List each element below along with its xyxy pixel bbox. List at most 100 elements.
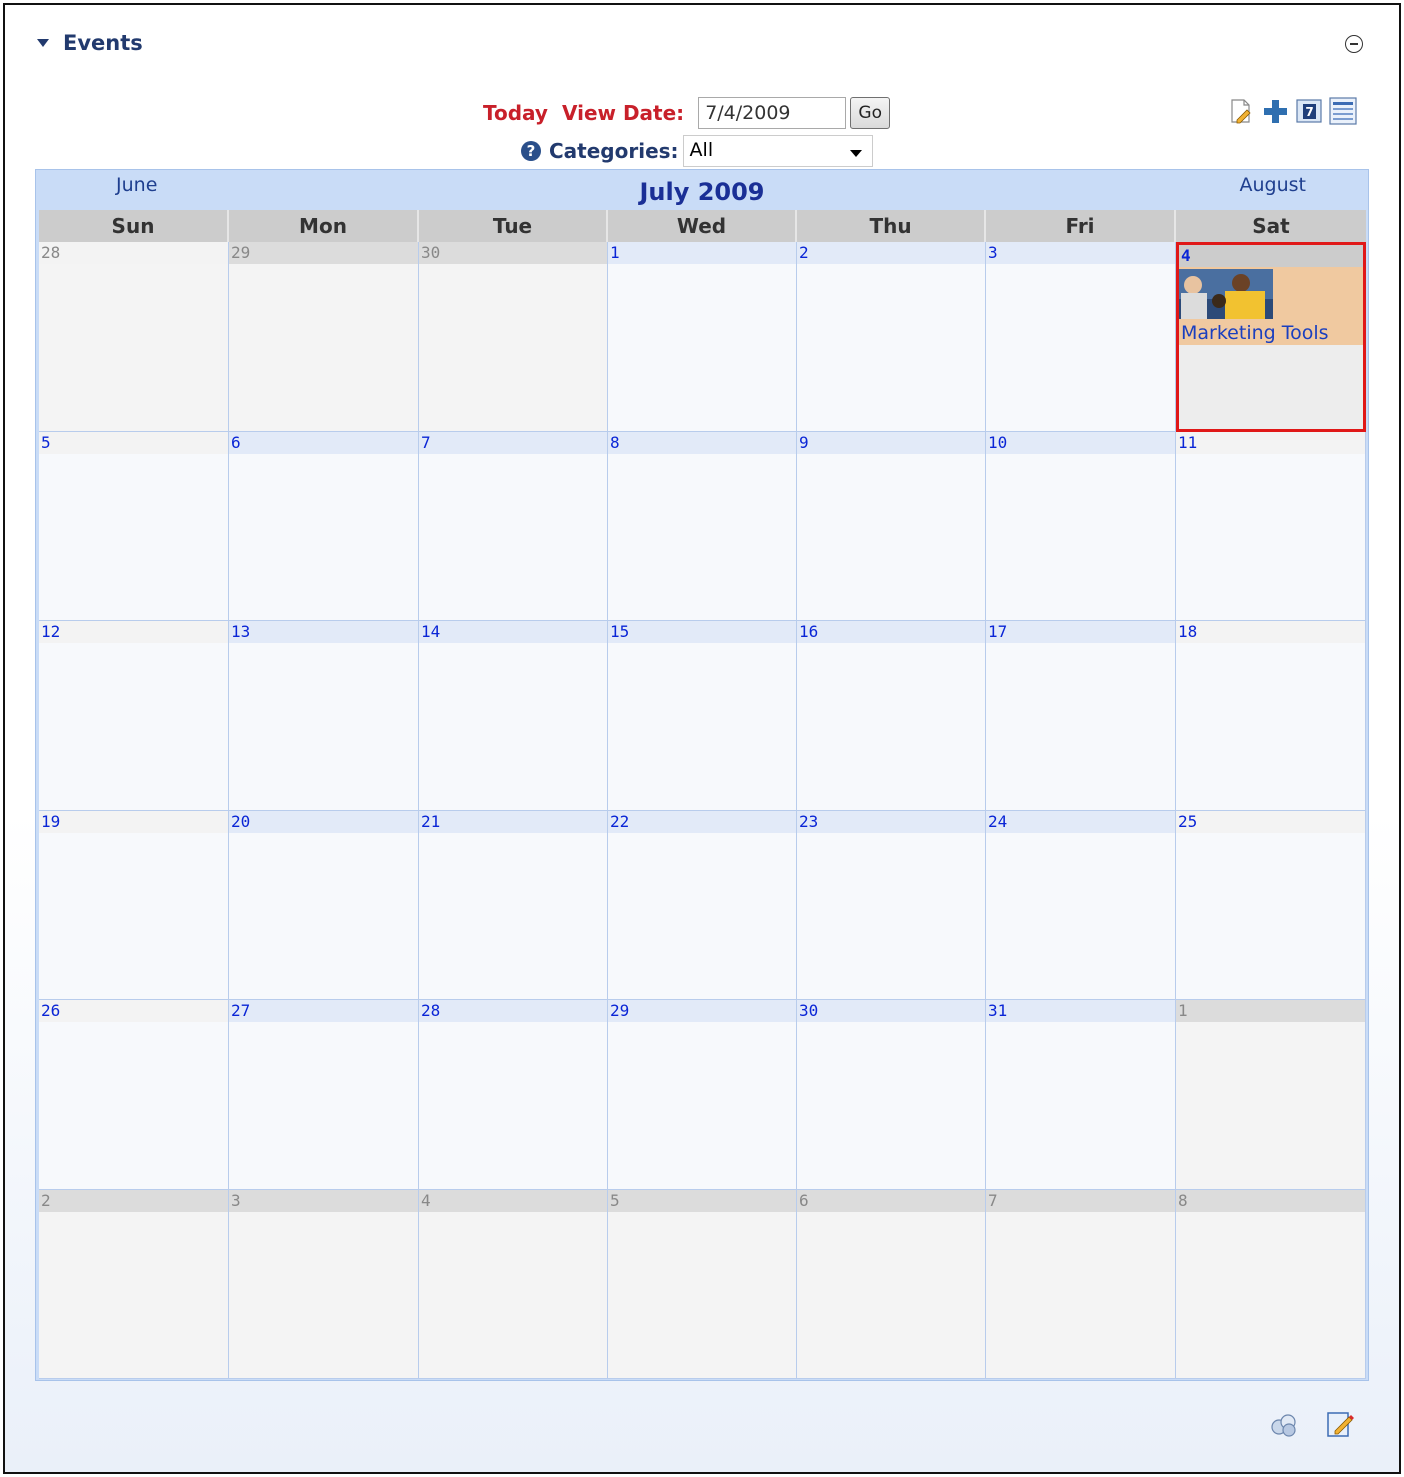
day-cell[interactable]: 16	[797, 621, 986, 811]
day-cell[interactable]: 13	[229, 621, 419, 811]
day-cell[interactable]: 22	[608, 810, 797, 1000]
day-number: 19	[39, 810, 228, 833]
day-cell[interactable]: 15	[608, 621, 797, 811]
day-number: 27	[229, 1000, 418, 1022]
day-cell[interactable]: 9	[797, 431, 986, 621]
day-cell[interactable]: 4	[419, 1189, 608, 1379]
go-button[interactable]: Go	[850, 97, 891, 129]
day-number: 25	[1176, 810, 1365, 833]
day-number: 13	[229, 621, 418, 643]
weekday-label: Sun	[39, 210, 229, 242]
day-cell[interactable]: 31	[986, 1000, 1176, 1190]
day-cell[interactable]: 21	[419, 810, 608, 1000]
view-date-toolbar: Today View Date: Go	[483, 97, 891, 129]
day-number: 16	[797, 621, 985, 643]
day-cell[interactable]: 18	[1176, 621, 1366, 811]
event-item[interactable]: Marketing Tools	[1179, 267, 1363, 345]
list-view-icon[interactable]	[1329, 97, 1357, 125]
day-cell[interactable]: 20	[229, 810, 419, 1000]
day-cell[interactable]: 2	[797, 242, 986, 432]
day-cell[interactable]: 8	[1176, 1189, 1366, 1379]
day-cell[interactable]: 7	[986, 1189, 1176, 1379]
day-cell[interactable]: 30	[419, 242, 608, 432]
day-cell[interactable]: 1	[1176, 1000, 1366, 1190]
day-number: 3	[229, 1189, 418, 1212]
day-number: 31	[986, 1000, 1175, 1022]
day-number: 6	[229, 431, 418, 454]
day-cell[interactable]: 5	[608, 1189, 797, 1379]
day-number: 20	[229, 810, 418, 833]
edit-icon[interactable]	[1325, 1409, 1355, 1439]
day-cell[interactable]: 8	[608, 431, 797, 621]
day-cell[interactable]: 11	[1176, 431, 1366, 621]
day-number: 1	[1176, 1000, 1365, 1022]
subscribe-icon[interactable]	[1269, 1409, 1299, 1439]
day-number: 3	[986, 242, 1175, 264]
day-number: 2	[39, 1189, 228, 1212]
chevron-down-icon	[849, 150, 862, 157]
day-number: 4	[1179, 245, 1363, 267]
footer-icons	[1269, 1409, 1355, 1439]
next-month-link[interactable]: August	[1240, 174, 1307, 196]
day-cell[interactable]: 12	[39, 621, 229, 811]
weekday-label: Wed	[608, 210, 797, 242]
day-cell[interactable]: 24	[986, 810, 1176, 1000]
plus-icon[interactable]	[1261, 97, 1289, 125]
expand-caret-icon[interactable]	[37, 39, 49, 47]
collapse-icon[interactable]	[1345, 35, 1363, 53]
day-number: 11	[1176, 431, 1365, 454]
day-number: 1	[608, 242, 796, 264]
day-cell[interactable]: 6	[229, 431, 419, 621]
day-number: 9	[797, 431, 985, 454]
day-cell[interactable]: 1	[608, 242, 797, 432]
categories-selected-value: All	[689, 139, 714, 161]
day-number: 7	[986, 1189, 1175, 1212]
weekday-label: Tue	[419, 210, 608, 242]
day-number: 21	[419, 810, 607, 833]
view-icons: 7	[1227, 97, 1357, 125]
day-cell[interactable]: 19	[39, 810, 229, 1000]
day-cell[interactable]: 14	[419, 621, 608, 811]
calendar-nav: June July 2009 August	[36, 170, 1368, 210]
day-cell[interactable]: 30	[797, 1000, 986, 1190]
day-cell[interactable]: 6	[797, 1189, 986, 1379]
day-number: 5	[39, 431, 228, 454]
day-cell[interactable]: 26	[39, 1000, 229, 1190]
event-thumbnail[interactable]	[1179, 269, 1273, 319]
day-cell[interactable]: 27	[229, 1000, 419, 1190]
day-cell[interactable]: 23	[797, 810, 986, 1000]
today-link[interactable]: Today	[483, 101, 548, 125]
day-number: 17	[986, 621, 1175, 643]
day-number: 22	[608, 810, 796, 833]
day-cell[interactable]: 28	[419, 1000, 608, 1190]
day-number: 15	[608, 621, 796, 643]
weekday-label: Thu	[797, 210, 986, 242]
day-cell[interactable]: 29	[608, 1000, 797, 1190]
day-cell-selected[interactable]: 4 Marketing Tools	[1176, 242, 1366, 432]
day-number: 5	[608, 1189, 796, 1212]
day-cell[interactable]: 2	[39, 1189, 229, 1379]
day-number: 29	[229, 242, 418, 264]
day-cell[interactable]: 3	[986, 242, 1176, 432]
day-number: 10	[986, 431, 1175, 454]
day-cell[interactable]: 7	[419, 431, 608, 621]
view-date-label: View Date:	[561, 101, 685, 125]
categories-select[interactable]: All	[682, 135, 873, 167]
day-cell[interactable]: 29	[229, 242, 419, 432]
day-cell[interactable]: 25	[1176, 810, 1366, 1000]
day-cell[interactable]: 17	[986, 621, 1176, 811]
view-date-input[interactable]	[698, 97, 847, 129]
day-cell[interactable]: 28	[39, 242, 229, 432]
portlet-title: Events	[63, 31, 143, 55]
event-title-link[interactable]: Marketing Tools	[1181, 322, 1329, 344]
day-number: 8	[1176, 1189, 1365, 1212]
help-icon[interactable]: ?	[521, 141, 541, 161]
day-cell[interactable]: 10	[986, 431, 1176, 621]
day-cell[interactable]: 3	[229, 1189, 419, 1379]
portlet-header[interactable]: Events	[37, 31, 143, 55]
day-number: 7	[419, 431, 607, 454]
month-view-icon[interactable]: 7	[1295, 97, 1323, 125]
day-cell[interactable]: 5	[39, 431, 229, 621]
day-number: 8	[608, 431, 796, 454]
add-event-icon[interactable]	[1227, 97, 1255, 125]
